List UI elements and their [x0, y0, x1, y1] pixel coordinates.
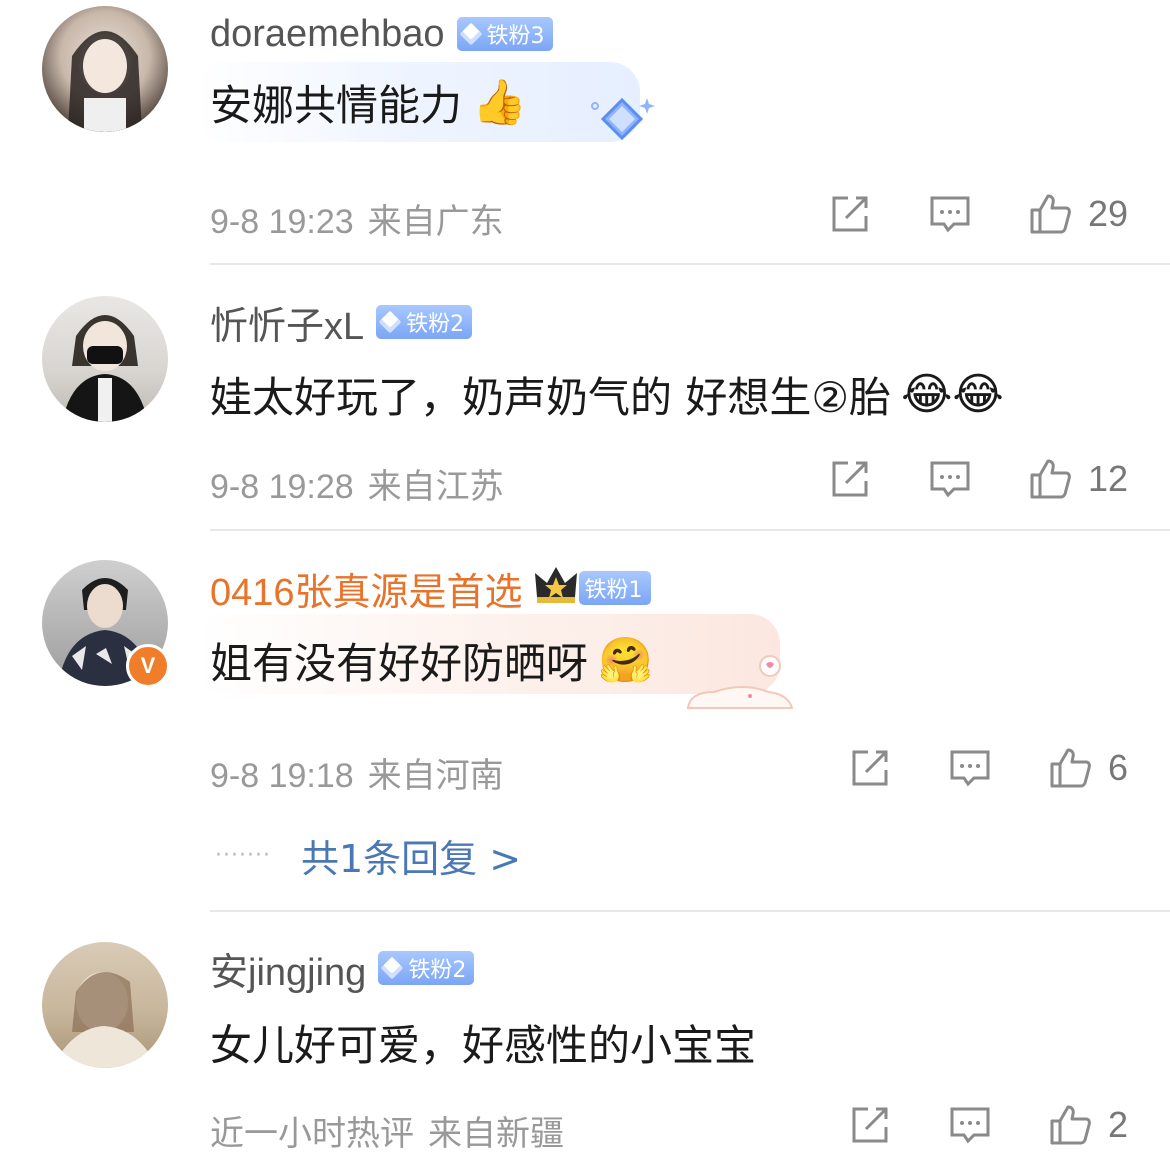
verified-badge-icon: V: [126, 644, 170, 688]
reply-dots: ·······: [215, 843, 271, 868]
fan-badge-label: 铁粉1: [584, 578, 643, 603]
comment-time: 9-8 19:23: [210, 203, 354, 241]
like-count: 12: [1087, 458, 1128, 499]
thumbs-up-icon: 👍: [472, 76, 527, 128]
fan-badge[interactable]: 铁粉1: [578, 571, 651, 605]
username-row: 忻忻子xL 铁粉2: [210, 298, 473, 348]
divider: [210, 263, 1170, 265]
avatar[interactable]: [42, 6, 168, 132]
diamond-decoration-icon: [591, 97, 655, 141]
username[interactable]: 忻忻子xL: [210, 295, 364, 350]
like-button[interactable]: 2: [1048, 1103, 1128, 1147]
fan-badge-label: 铁粉2: [408, 958, 467, 983]
comment-time: 近一小时热评: [210, 1115, 414, 1153]
thumbs-up-outline-icon: [1028, 192, 1072, 236]
comment-location: 来自新疆: [428, 1114, 564, 1154]
laughing-tears-icon: 😂😂: [901, 368, 1004, 420]
diamond-icon: [378, 310, 402, 334]
fan-badge[interactable]: 铁粉2: [376, 305, 473, 339]
comment-meta: 近一小时热评 来自新疆: [210, 1106, 564, 1155]
comment-text: 姐有没有好好防晒呀 🤗: [210, 634, 653, 688]
share-icon[interactable]: [848, 746, 892, 790]
crown-icon: [533, 565, 579, 611]
like-button[interactable]: 29: [1028, 192, 1128, 236]
cat-decoration-icon: [686, 655, 794, 709]
username[interactable]: 0416张真源是首选: [210, 561, 523, 616]
comment-icon[interactable]: [948, 746, 992, 790]
like-button[interactable]: 6: [1048, 746, 1128, 790]
username-row: 0416张真源是首选 铁粉1: [210, 564, 651, 614]
comment-actions: 6: [848, 746, 1128, 790]
thumbs-up-outline-icon: [1048, 746, 1092, 790]
username[interactable]: doraemehbao: [210, 13, 445, 56]
avatar[interactable]: V: [42, 560, 170, 688]
share-icon[interactable]: [828, 192, 872, 236]
view-replies-link[interactable]: ······· 共1条回复 >: [215, 828, 521, 883]
avatar[interactable]: [42, 296, 168, 422]
username-row: doraemehbao 铁粉3: [210, 10, 553, 58]
divider: [210, 529, 1170, 531]
comment-icon[interactable]: [928, 457, 972, 501]
comment-text: 安娜共情能力 👍: [210, 76, 527, 130]
flower-face-icon: 🤗: [598, 634, 653, 686]
comment-actions: 2: [848, 1103, 1128, 1147]
fan-badge-label: 铁粉2: [406, 312, 465, 337]
comment-location: 来自江苏: [367, 467, 504, 507]
divider: [210, 910, 1170, 912]
share-icon[interactable]: [828, 457, 872, 501]
comment-meta: 9-8 19:18 来自河南: [210, 748, 504, 797]
like-count: 2: [1107, 1104, 1128, 1145]
comment-meta: 9-8 19:28 来自江苏: [210, 459, 504, 508]
username-row: 安jingjing 铁粉2: [210, 944, 475, 994]
fan-badge-label: 铁粉3: [486, 24, 545, 49]
like-count: 6: [1107, 747, 1128, 788]
comment-time: 9-8 19:18: [210, 757, 354, 795]
comment-text: 娃太好玩了，奶声奶气的 好想生②胎 😂😂: [210, 368, 1004, 422]
like-button[interactable]: 12: [1028, 457, 1128, 501]
thumbs-up-outline-icon: [1048, 1103, 1092, 1147]
comment-location: 来自河南: [367, 756, 504, 796]
like-count: 29: [1087, 193, 1128, 234]
reply-count-label: 共1条回复 >: [300, 837, 522, 881]
username[interactable]: 安jingjing: [210, 941, 366, 996]
comment-text: 女儿好可爱，好感性的小宝宝: [210, 1021, 757, 1070]
diamond-icon: [459, 22, 482, 46]
share-icon[interactable]: [848, 1103, 892, 1147]
comment-actions: 29: [828, 192, 1128, 236]
diamond-icon: [380, 956, 404, 980]
thumbs-up-outline-icon: [1028, 457, 1072, 501]
fan-badge[interactable]: 铁粉2: [378, 951, 475, 985]
comment-time: 9-8 19:28: [210, 468, 354, 506]
avatar[interactable]: [42, 942, 168, 1068]
comment-location: 来自广东: [367, 202, 504, 242]
comment-icon[interactable]: [928, 192, 972, 236]
comment-meta: 9-8 19:23 来自广东: [210, 194, 504, 243]
comment-icon[interactable]: [948, 1103, 992, 1147]
fan-badge[interactable]: 铁粉3: [456, 17, 553, 51]
comment-actions: 12: [828, 457, 1128, 501]
